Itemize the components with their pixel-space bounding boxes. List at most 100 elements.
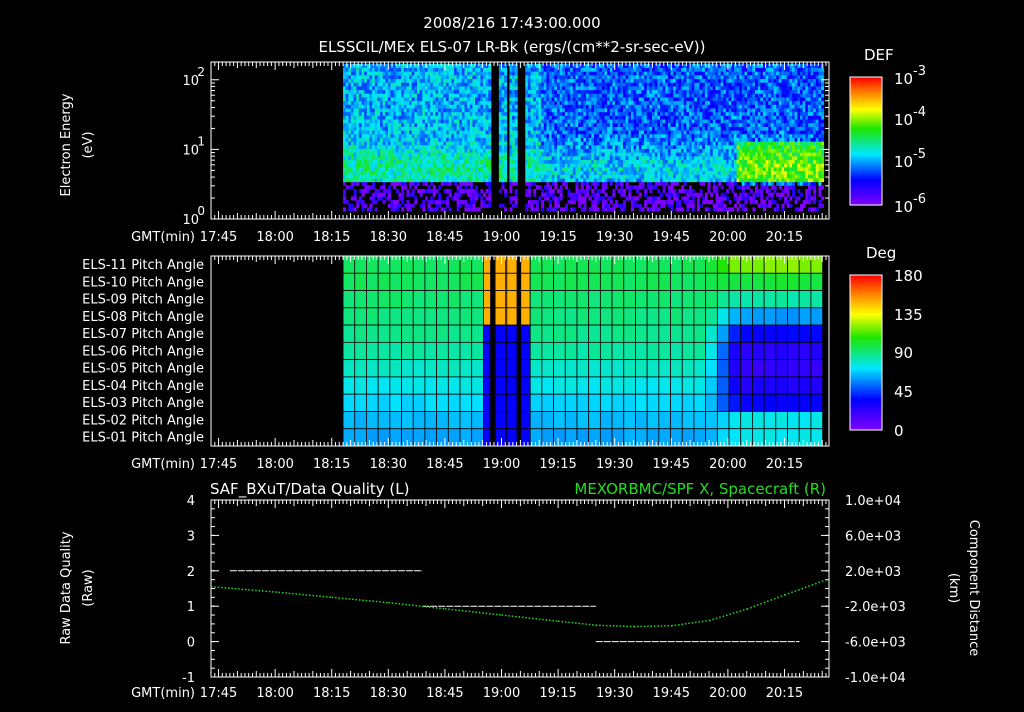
spectrogram-cell [543, 104, 547, 109]
spectrogram-cell [422, 144, 426, 149]
spectrogram-cell [599, 100, 603, 105]
spectrogram-cell [564, 144, 568, 149]
spectrogram-cell [488, 122, 492, 127]
spectrogram-cell [686, 67, 690, 72]
spectrogram-cell [501, 159, 505, 164]
spectrogram-cell [364, 141, 368, 146]
spectrogram-cell [395, 155, 399, 161]
spectrogram-cell [575, 170, 579, 175]
spectrogram-cell [451, 122, 455, 127]
spectrogram-cell [440, 122, 444, 127]
spectrogram-cell [467, 108, 471, 113]
spectrogram-cell [535, 185, 539, 190]
spectrogram-cell [464, 185, 468, 190]
spectrogram-cell [562, 74, 566, 80]
spectrogram-cell [459, 122, 463, 127]
time-header: 2008/216 17:43:00.000 [423, 14, 600, 32]
spectrogram-cell [403, 71, 407, 76]
spectrogram-cell [681, 133, 685, 138]
spectrogram-cell [630, 108, 634, 113]
spectrogram-cell [718, 148, 722, 153]
spectrogram-cell [469, 126, 473, 131]
spectrogram-cell [615, 96, 619, 102]
spectrogram-cell [382, 119, 386, 124]
spectrogram-cell [525, 166, 529, 172]
spectrogram-cell [562, 137, 566, 142]
spectrogram-cell [583, 207, 587, 212]
spectrogram-cell [654, 207, 658, 212]
spectrogram-cell [448, 159, 452, 164]
spectrogram-cell [403, 104, 407, 109]
spectrogram-cell [504, 108, 508, 113]
spectrogram-cell [710, 67, 714, 72]
spectrogram-cell [683, 188, 687, 194]
spectrogram-cell [625, 148, 629, 153]
spectrogram-cell [372, 126, 376, 131]
spectrogram-cell [422, 104, 426, 109]
spectrogram-cell [551, 133, 555, 138]
spectrogram-cell [562, 115, 566, 120]
spectrogram-cell [609, 148, 613, 153]
spectrogram-cell [472, 71, 476, 76]
spectrogram-cell [401, 148, 405, 153]
spectrogram-cell [699, 67, 703, 72]
spectrogram-cell [525, 152, 529, 157]
spectrogram-cell [469, 119, 473, 124]
spectrogram-cell [551, 122, 555, 127]
spectrogram-cell [696, 115, 700, 120]
spectrogram-cell [633, 111, 637, 116]
spectrogram-cell [715, 104, 719, 109]
spectrogram-cell [704, 159, 708, 164]
spectrogram-cell [580, 111, 584, 116]
spectrogram-cell [628, 85, 632, 91]
spectrogram-cell [422, 82, 426, 87]
spectrogram-cell [702, 148, 706, 153]
spectrogram-cell [662, 85, 666, 91]
spectrogram-cell [686, 170, 690, 175]
spectrogram-cell [432, 141, 436, 146]
spectrogram-cell [467, 104, 471, 109]
spectrogram-cell [556, 119, 560, 124]
spectrogram-cell [633, 100, 637, 105]
spectrogram-cell [654, 126, 658, 131]
spectrogram-cell [694, 85, 698, 91]
spectrogram-cell [559, 188, 563, 194]
spectrogram-cell [451, 82, 455, 87]
spectrogram-cell [704, 111, 708, 116]
spectrogram-cell [554, 203, 558, 208]
spectrogram-cell [578, 111, 582, 116]
spectrogram-cell [596, 100, 600, 105]
spectrogram-cell [398, 144, 402, 149]
spectrogram-cell [641, 63, 645, 69]
spectrogram-cell [390, 82, 394, 87]
spectrogram-cell [343, 122, 347, 127]
spectrogram-cell [559, 177, 563, 183]
spectrogram-cell [387, 126, 391, 131]
spectrogram-cell [696, 159, 700, 164]
spectrogram-cell [620, 159, 624, 164]
spectrogram-cell [480, 174, 484, 179]
spectrogram-cell [485, 115, 489, 120]
spectrogram-cell [654, 170, 658, 175]
spectrogram-cell [475, 148, 479, 153]
spectrogram-cell [593, 104, 597, 109]
spectrogram-cell [464, 82, 468, 87]
spectrogram-cell [488, 96, 492, 102]
spectrogram-cell [620, 111, 624, 116]
spectrogram-cell [380, 144, 384, 149]
spectrogram-cell [599, 152, 603, 157]
spectrogram-cell [387, 119, 391, 124]
spectrogram-cell [707, 126, 711, 131]
spectrogram-cell [549, 174, 553, 179]
spectrogram-cell [414, 137, 418, 142]
spectrogram-cell [411, 96, 415, 102]
spectrogram-cell [659, 82, 663, 87]
spectrogram-cell [633, 96, 637, 102]
spectrogram-cell [372, 185, 376, 190]
spectrogram-cell [469, 174, 473, 179]
spectrogram-cell [411, 159, 415, 164]
spectrogram-cell [509, 155, 513, 161]
spectrogram-cell [543, 170, 547, 175]
spectrogram-cell [583, 196, 587, 201]
spectrogram-cell [551, 177, 555, 183]
